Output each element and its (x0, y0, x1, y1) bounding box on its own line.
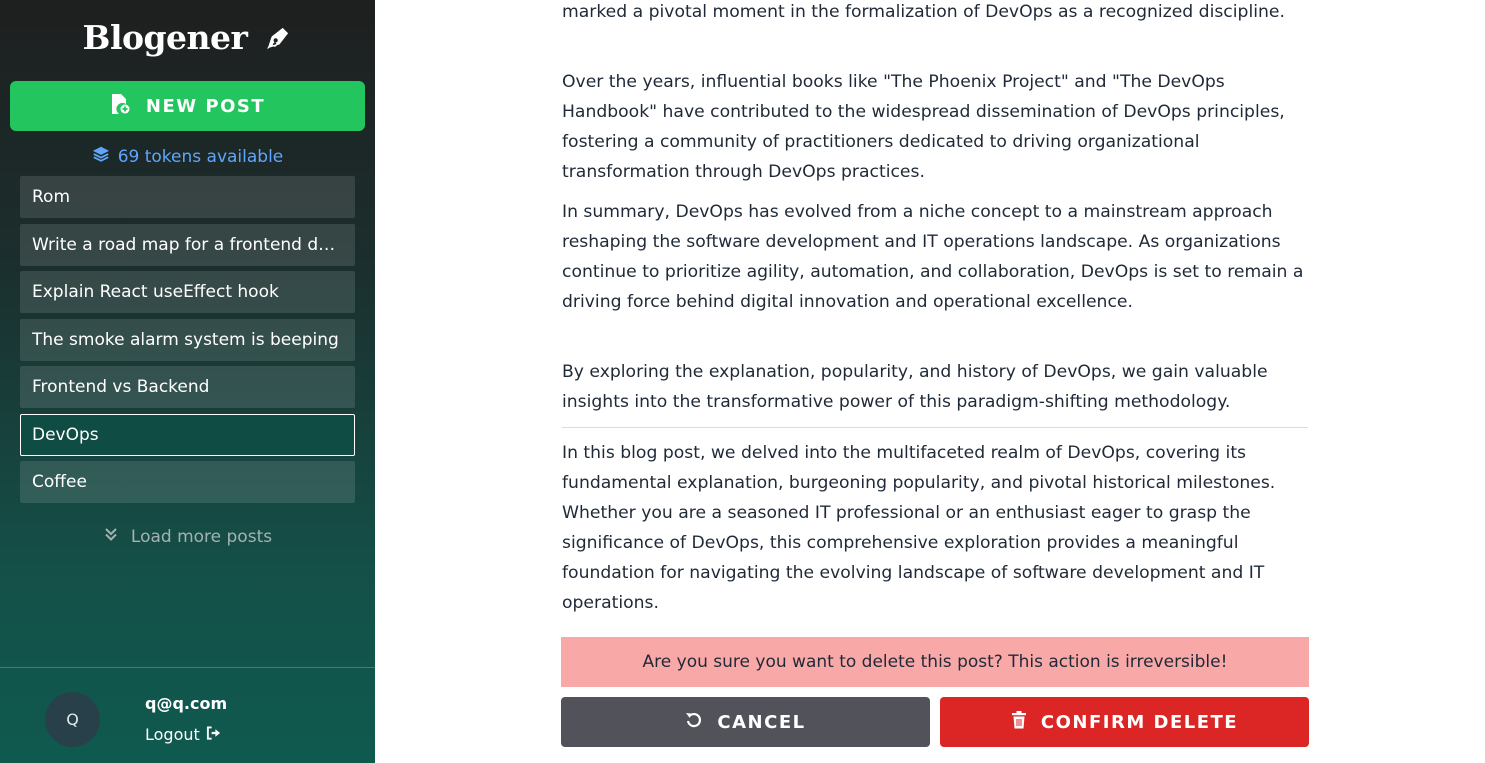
delete-warning-text: Are you sure you want to delete this pos… (642, 652, 1228, 672)
logout-link[interactable]: Logout (145, 725, 221, 744)
post-title: Coffee (32, 472, 87, 492)
post-title: Rom (32, 187, 71, 207)
chevrons-down-icon (103, 526, 119, 547)
confirm-delete-label: CONFIRM DELETE (1040, 711, 1239, 733)
file-plus-icon (110, 93, 130, 120)
article-paragraph: marked a pivotal moment in the formaliza… (562, 2, 1285, 22)
post-item[interactable]: Coffee (20, 461, 355, 503)
user-email: q@q.com (145, 694, 228, 713)
load-more-posts-button[interactable]: Load more posts (0, 526, 375, 547)
delete-warning-alert: Are you sure you want to delete this pos… (561, 637, 1309, 687)
post-item[interactable]: The smoke alarm system is beeping (20, 318, 355, 361)
cancel-label: CANCEL (717, 711, 806, 733)
meta-description: In this blog post, we delved into the mu… (562, 443, 1276, 613)
tokens-text: 69 tokens available (117, 146, 284, 167)
brand-name: Blogener (82, 18, 248, 57)
brand-logo[interactable]: Blogener (0, 18, 375, 60)
post-item-active[interactable]: DevOps (20, 413, 355, 456)
article-paragraph: In summary, DevOps has evolved from a ni… (562, 202, 1304, 312)
undo-icon (685, 711, 703, 734)
cancel-button[interactable]: CANCEL (561, 697, 930, 747)
post-title: Write a road map for a frontend develope… (32, 234, 343, 255)
post-title: The smoke alarm system is beeping (32, 329, 339, 350)
post-item[interactable]: Rom (20, 176, 355, 218)
logout-label: Logout (145, 725, 200, 744)
post-item[interactable]: Explain React useEffect hook (20, 271, 355, 313)
post-title: Frontend vs Backend (32, 377, 210, 397)
user-panel: Q q@q.com Logout (0, 667, 375, 763)
article-paragraph: By exploring the explanation, popularity… (562, 362, 1268, 412)
confirm-delete-button[interactable]: CONFIRM DELETE (940, 697, 1309, 747)
trash-icon (1011, 710, 1027, 734)
sign-out-icon (206, 725, 221, 744)
load-more-label: Load more posts (130, 526, 273, 547)
post-item[interactable]: Frontend vs Backend (20, 366, 355, 408)
avatar-initial: Q (66, 710, 79, 729)
post-item[interactable]: Write a road map for a frontend develope… (20, 223, 355, 266)
layers-icon (92, 145, 110, 168)
new-post-label: NEW POST (145, 95, 266, 117)
post-title: Explain React useEffect hook (32, 282, 279, 302)
article-paragraph: Over the years, influential books like "… (562, 72, 1285, 182)
avatar[interactable]: Q (45, 692, 100, 747)
pen-nib-icon (264, 21, 292, 60)
post-title: DevOps (32, 424, 99, 445)
divider (562, 427, 1308, 428)
tokens-available[interactable]: 69 tokens available (0, 145, 375, 168)
post-list: Rom Write a road map for a frontend dev e… (20, 176, 355, 509)
sidebar: Blogener NEW POST 69 tokens available Ro… (0, 0, 375, 763)
new-post-button[interactable]: NEW POST (10, 81, 365, 131)
